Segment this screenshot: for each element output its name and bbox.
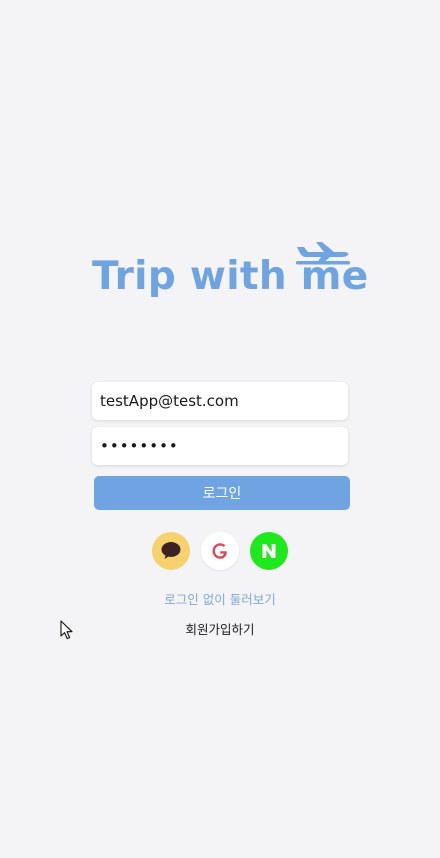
kakao-login-button[interactable] (152, 532, 190, 570)
app-logo: Trip with me (92, 236, 368, 302)
kakao-speech-bubble-icon (161, 542, 181, 559)
google-g-icon (212, 543, 227, 559)
mouse-cursor-icon (60, 620, 73, 640)
email-input[interactable] (92, 382, 348, 420)
login-button[interactable]: 로그인 (94, 476, 350, 510)
google-login-button[interactable] (201, 532, 239, 570)
guest-browse-link[interactable]: 로그인 없이 둘러보기 (0, 589, 440, 608)
password-input[interactable] (92, 427, 348, 465)
app-title: Trip with me (92, 254, 369, 299)
naver-login-button[interactable] (250, 532, 288, 570)
naver-n-icon (262, 544, 276, 558)
